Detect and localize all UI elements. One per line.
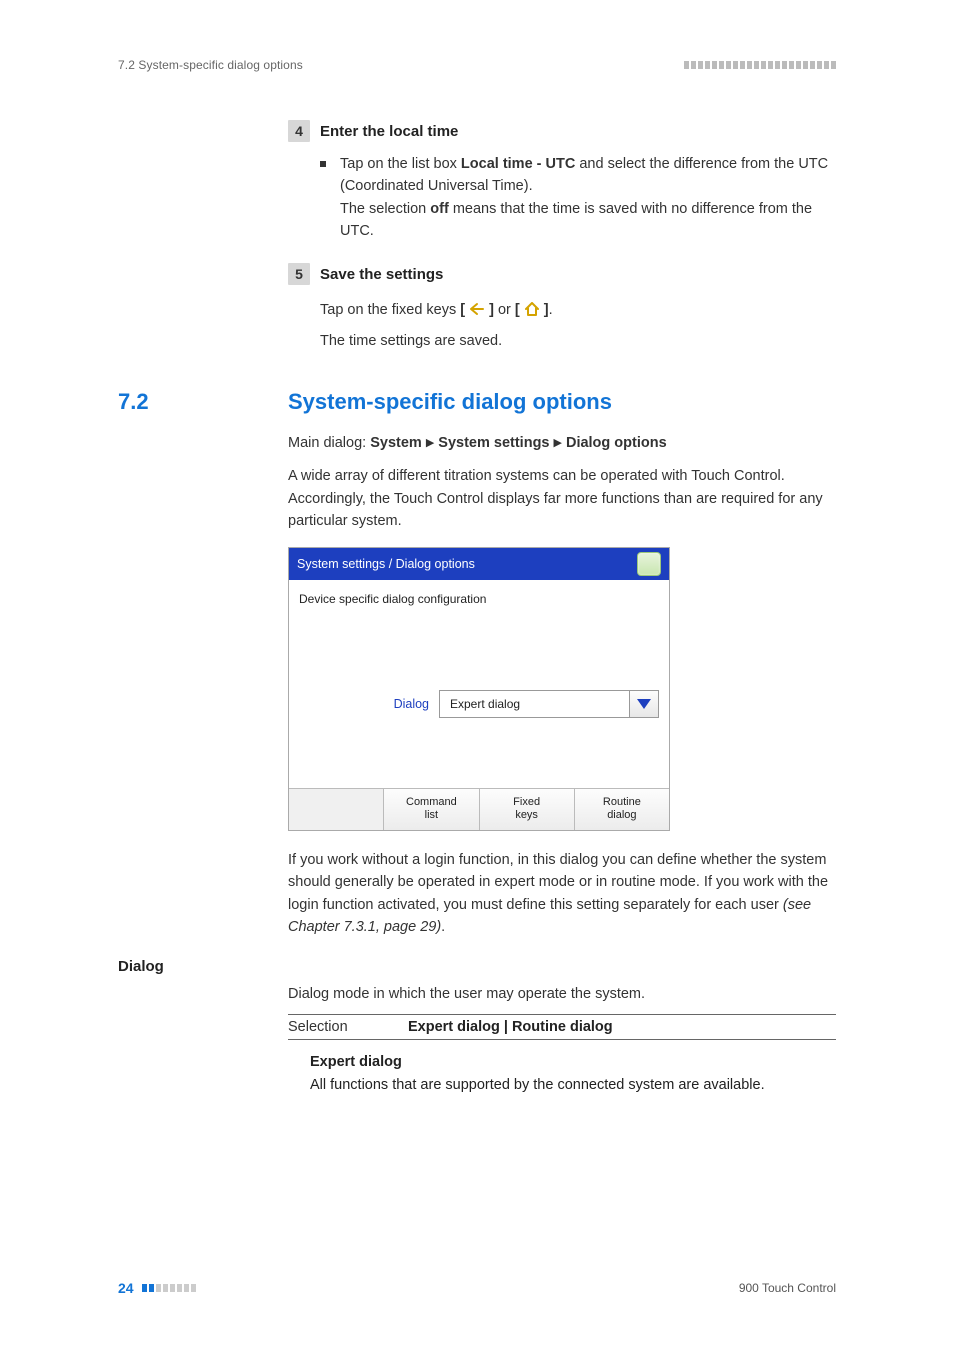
section-title: System-specific dialog options: [288, 389, 836, 415]
step-5-header: 5 Save the settings: [288, 263, 836, 286]
dialog-subtitle: Device specific dialog configuration: [289, 580, 669, 606]
chevron-down-icon: [637, 699, 651, 709]
selection-table: Selection Expert dialog | Routine dialog: [288, 1014, 836, 1040]
footer-product: 900 Touch Control: [739, 1281, 836, 1295]
running-header: 7.2 System-specific dialog options: [118, 58, 836, 72]
step-5-body: Tap on the fixed keys [ ] or [ ]. The ti…: [320, 298, 836, 353]
fixed-keys-button[interactable]: Fixed keys: [480, 789, 575, 830]
step-number: 5: [288, 263, 310, 285]
bullet-icon: [320, 161, 326, 167]
footer-decoration: [142, 1284, 198, 1292]
selection-value: Expert dialog | Routine dialog: [408, 1014, 836, 1039]
dialog-close-button[interactable]: [637, 552, 661, 576]
expert-dialog-subhead: Expert dialog: [310, 1054, 836, 1070]
dropdown-button[interactable]: [629, 690, 659, 718]
section-number: 7.2: [118, 389, 288, 415]
dialog-sidehead: Dialog: [118, 958, 836, 975]
breadcrumb: Main dialog: System▶System settings▶Dial…: [288, 435, 836, 451]
dialog-select-value: Expert dialog: [439, 690, 629, 718]
step-title: Enter the local time: [320, 121, 458, 143]
dialog-select[interactable]: Expert dialog: [439, 690, 659, 718]
dialog-blank-button: [289, 789, 384, 830]
step-4-text: Tap on the list box Local time - UTC and…: [340, 153, 836, 243]
after-screenshot-paragraph: If you work without a login function, in…: [288, 849, 836, 939]
dialog-screenshot: System settings / Dialog options Device …: [288, 547, 670, 831]
dialog-titlebar: System settings / Dialog options: [289, 548, 669, 580]
page-number: 24: [118, 1280, 134, 1296]
back-arrow-icon: [469, 302, 485, 316]
header-section-ref: 7.2 System-specific dialog options: [118, 58, 303, 72]
selection-label: Selection: [288, 1014, 408, 1039]
routine-dialog-button[interactable]: Routine dialog: [575, 789, 669, 830]
step-4-header: 4 Enter the local time: [288, 120, 836, 143]
command-list-button[interactable]: Command list: [384, 789, 479, 830]
home-icon: [524, 302, 540, 316]
dialog-bottom-bar: Command list Fixed keys Routine dialog: [289, 788, 669, 830]
dialog-title: System settings / Dialog options: [297, 557, 475, 571]
intro-paragraph: A wide array of different titration syst…: [288, 465, 836, 532]
step-4-bullet: Tap on the list box Local time - UTC and…: [320, 153, 836, 243]
step-title: Save the settings: [320, 264, 443, 286]
dialog-field-label: Dialog: [299, 697, 439, 711]
expert-dialog-body: All functions that are supported by the …: [310, 1074, 836, 1096]
page-footer: 24 900 Touch Control: [118, 1280, 836, 1296]
step-number: 4: [288, 120, 310, 142]
section-heading: 7.2 System-specific dialog options: [118, 389, 836, 415]
dialog-intro: Dialog mode in which the user may operat…: [288, 983, 836, 1005]
header-decoration: [682, 61, 836, 69]
